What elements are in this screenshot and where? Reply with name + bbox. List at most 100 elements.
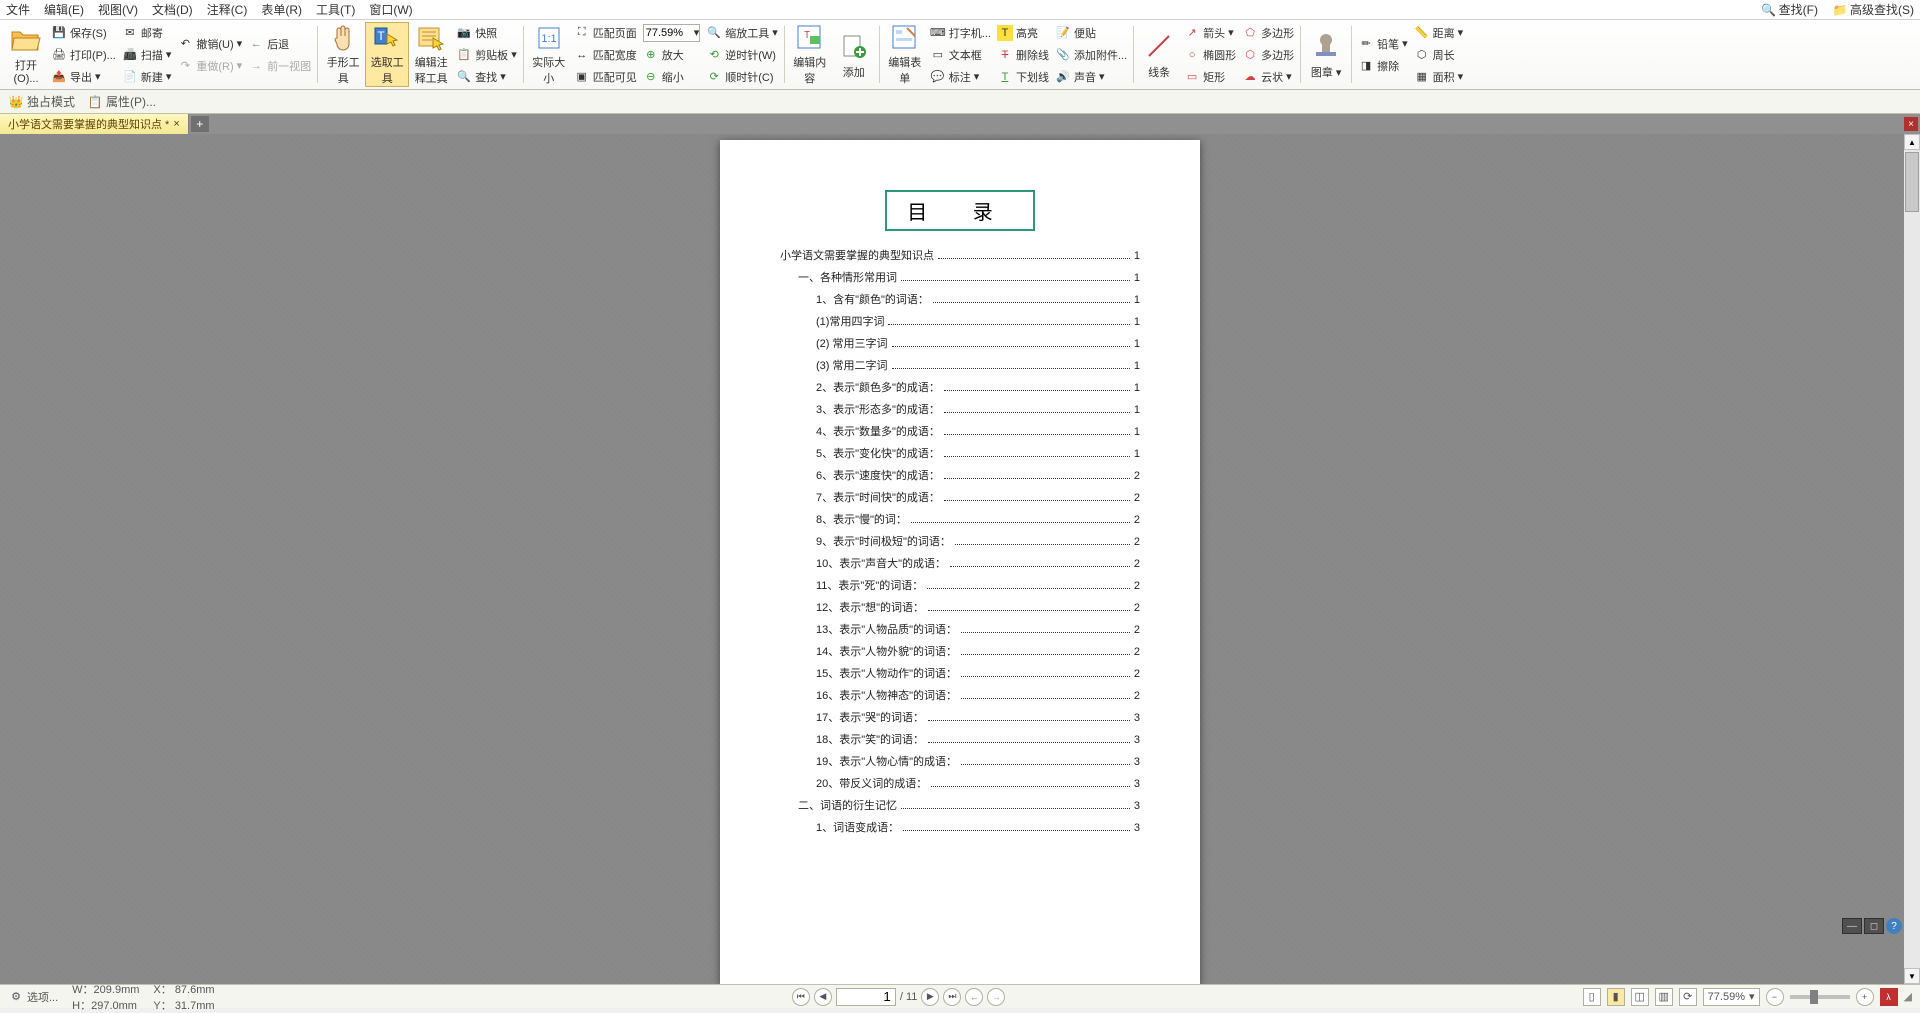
first-page-button[interactable]: ⏮ (792, 988, 810, 1006)
line-button[interactable]: 线条 (1137, 22, 1181, 87)
menu-file[interactable]: 文件 (6, 1, 30, 18)
edit-content-button[interactable]: T 编辑内容 (788, 22, 832, 87)
toc-entry[interactable]: 二、词语的衍生记忆3 (780, 797, 1140, 813)
underline-button[interactable]: T下划线 (994, 67, 1052, 87)
toc-entry[interactable]: 8、表示"慢"的词：2 (780, 511, 1140, 527)
zoom-in-status-button[interactable]: + (1856, 988, 1874, 1006)
zoom-tool-button[interactable]: 🔍缩放工具 ▾ (703, 23, 781, 43)
menu-advanced-find[interactable]: 📁高级查找(S) (1832, 1, 1914, 18)
forward-button[interactable]: →前一视图 (245, 56, 314, 76)
view-single-button[interactable]: ▯ (1583, 988, 1601, 1006)
view-facing-continuous-button[interactable]: ▥ (1655, 988, 1673, 1006)
float-window-button[interactable]: ◻ (1864, 918, 1884, 934)
undo-button[interactable]: ↶撤销(U) ▾ (174, 34, 245, 54)
print-button[interactable]: 🖨打印(P)... (48, 45, 119, 65)
toc-entry[interactable]: 14、表示"人物外貌"的词语：2 (780, 643, 1140, 659)
add-button[interactable]: 添加 (832, 22, 876, 87)
area-button[interactable]: ▦面积 ▾ (1411, 67, 1467, 87)
toc-entry[interactable]: 一、各种情形常用词1 (780, 269, 1140, 285)
cloud-button[interactable]: ☁云状 ▾ (1239, 67, 1297, 87)
note-button[interactable]: 📝便贴 (1052, 23, 1130, 43)
menu-document[interactable]: 文档(D) (152, 1, 193, 18)
toc-entry[interactable]: 2、表示"颜色多"的成语：1 (780, 379, 1140, 395)
perimeter-button[interactable]: ⬡周长 (1411, 45, 1467, 65)
rect-button[interactable]: ▭矩形 (1181, 67, 1239, 87)
strikeout-button[interactable]: T删除线 (994, 45, 1052, 65)
toc-entry[interactable]: 3、表示"形态多"的成语：1 (780, 401, 1140, 417)
actual-size-button[interactable]: 1:1 实际大小 (527, 22, 571, 87)
view-continuous-button[interactable]: ▮ (1607, 988, 1625, 1006)
toc-entry[interactable]: 6、表示"速度快"的成语：2 (780, 467, 1140, 483)
zoom-status-combo[interactable]: 77.59%▾ (1703, 988, 1760, 1006)
fit-visible-button[interactable]: ▣匹配可见 (571, 67, 640, 87)
toc-entry[interactable]: 20、带反义词的成语：3 (780, 775, 1140, 791)
vertical-scrollbar[interactable]: ▲ ▼ (1904, 134, 1920, 984)
arrow-button[interactable]: ↗箭头 ▾ (1181, 23, 1239, 43)
options-button[interactable]: ⚙选项... (8, 989, 58, 1005)
toc-entry[interactable]: (2) 常用三字词1 (780, 335, 1140, 351)
toc-entry[interactable]: 4、表示"数量多"的成语：1 (780, 423, 1140, 439)
exclusive-mode-button[interactable]: 👑独占模式 (8, 93, 75, 110)
next-page-button[interactable]: ▶ (921, 988, 939, 1006)
toc-entry[interactable]: 16、表示"人物神态"的词语：2 (780, 687, 1140, 703)
rotate-cw-button[interactable]: ⟳顺时针(C) (703, 67, 781, 87)
toc-entry[interactable]: 13、表示"人物品质"的词语：2 (780, 621, 1140, 637)
tabbar-close-button[interactable]: × (1904, 117, 1918, 131)
nav-back-button[interactable]: ← (965, 988, 983, 1006)
toc-entry[interactable]: 19、表示"人物心情"的成语：3 (780, 753, 1140, 769)
new-tab-button[interactable]: + (191, 116, 209, 132)
toc-entry[interactable]: 18、表示"笑"的词语：3 (780, 731, 1140, 747)
zoom-slider[interactable] (1790, 995, 1850, 999)
edit-comment-tool-button[interactable]: 编辑注释工具 (409, 22, 453, 87)
toc-entry[interactable]: 1、含有"颜色"的词语：1 (780, 291, 1140, 307)
zoom-input[interactable] (644, 27, 694, 39)
back-button[interactable]: ←后退 (245, 34, 314, 54)
pdf-indicator[interactable]: λ (1880, 988, 1898, 1006)
ellipse-button[interactable]: ○椭圆形 (1181, 45, 1239, 65)
hand-tool-button[interactable]: 手形工具 (321, 22, 365, 87)
scroll-up-button[interactable]: ▲ (1904, 134, 1920, 150)
zoom-in-button[interactable]: ⊕放大 (640, 45, 704, 65)
callout-button[interactable]: 💬标注 ▾ (927, 67, 994, 87)
save-button[interactable]: 💾保存(S) (48, 23, 119, 43)
fit-width-button[interactable]: ↔匹配宽度 (571, 45, 640, 65)
toc-entry[interactable]: 11、表示"死"的词语：2 (780, 577, 1140, 593)
polygon-button[interactable]: ⬠多边形 (1239, 23, 1297, 43)
toc-entry[interactable]: 17、表示"哭"的词语：3 (780, 709, 1140, 725)
stamp-button[interactable]: 图章 ▾ (1304, 22, 1348, 87)
float-help-button[interactable]: ? (1886, 918, 1902, 934)
float-minimize-button[interactable]: — (1842, 918, 1862, 934)
menu-comments[interactable]: 注释(C) (207, 1, 248, 18)
scan-button[interactable]: 📠扫描 ▾ (119, 45, 175, 65)
menu-tools[interactable]: 工具(T) (316, 1, 355, 18)
toc-entry[interactable]: 5、表示"变化快"的成语：1 (780, 445, 1140, 461)
select-tool-button[interactable]: T 选取工具 (365, 22, 409, 87)
menu-find[interactable]: 🔍查找(F) (1761, 1, 1818, 18)
textbox-button[interactable]: ▭文本框 (927, 45, 994, 65)
scroll-down-button[interactable]: ▼ (1904, 968, 1920, 984)
export-button[interactable]: 📤导出 ▾ (48, 67, 119, 87)
fit-page-button[interactable]: ⛶匹配页面 (571, 23, 640, 43)
scroll-thumb[interactable] (1905, 152, 1919, 212)
edit-form-button[interactable]: 编辑表单 (883, 22, 927, 87)
resize-grip-icon[interactable]: ◢ (1904, 990, 1912, 1003)
toc-entry[interactable]: 12、表示"想"的词语：2 (780, 599, 1140, 615)
view-facing-button[interactable]: ◫ (1631, 988, 1649, 1006)
highlight-button[interactable]: T高亮 (994, 23, 1052, 43)
menu-forms[interactable]: 表单(R) (261, 1, 302, 18)
zoom-combo[interactable]: ▾ (640, 23, 704, 43)
distance-button[interactable]: 📏距离 ▾ (1411, 23, 1467, 43)
document-page[interactable]: 目 录 小学语文需要掌握的典型知识点1一、各种情形常用词11、含有"颜色"的词语… (720, 140, 1200, 984)
properties-button[interactable]: 📋属性(P)... (87, 93, 156, 110)
zoom-out-status-button[interactable]: − (1766, 988, 1784, 1006)
menu-view[interactable]: 视图(V) (98, 1, 138, 18)
document-tab[interactable]: 小学语文需要掌握的典型知识点 * × (0, 114, 189, 134)
toc-entry[interactable]: 小学语文需要掌握的典型知识点1 (780, 247, 1140, 263)
toc-entry[interactable]: 10、表示"声音大"的成语：2 (780, 555, 1140, 571)
view-rotate-button[interactable]: ⟳ (1679, 988, 1697, 1006)
clipboard-button[interactable]: 📋剪贴板 ▾ (453, 45, 520, 65)
redo-button[interactable]: ↷重做(R) ▾ (174, 56, 245, 76)
menu-window[interactable]: 窗口(W) (369, 1, 412, 18)
zoom-out-button[interactable]: ⊖缩小 (640, 67, 704, 87)
pencil-button[interactable]: ✏铅笔 ▾ (1355, 34, 1411, 54)
